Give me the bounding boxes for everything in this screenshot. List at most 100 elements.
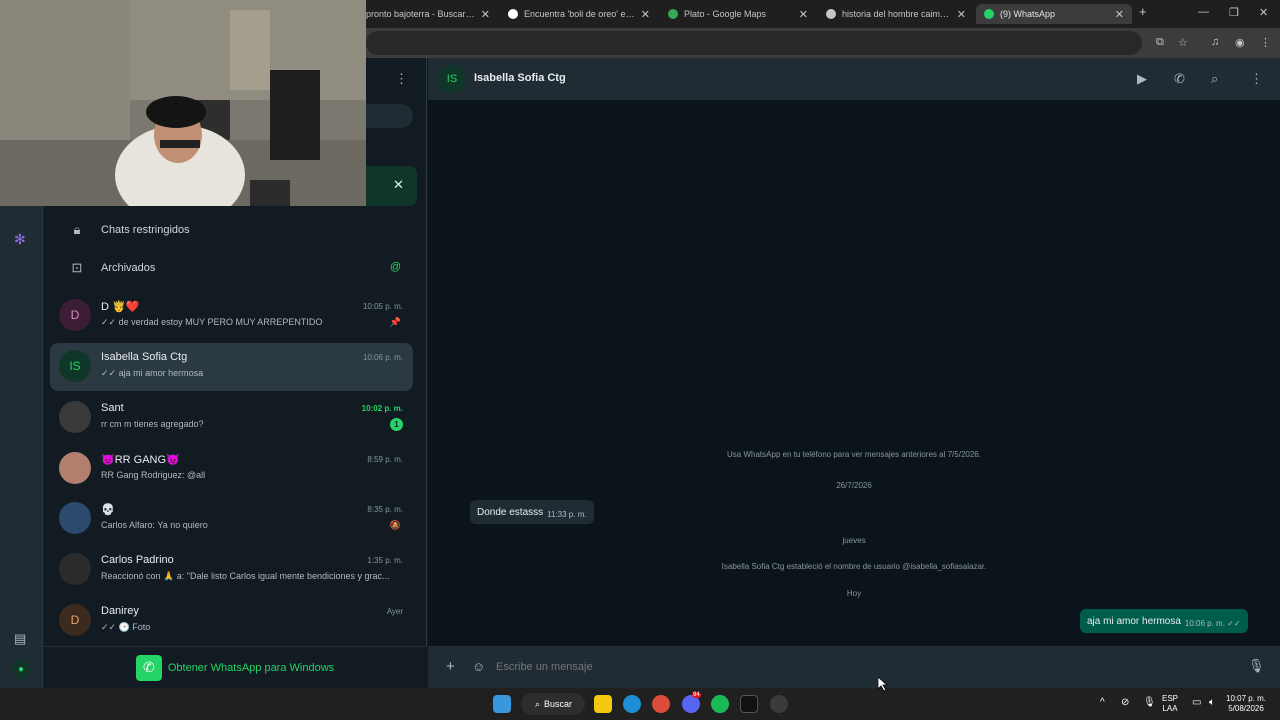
avatar[interactable]	[59, 452, 91, 484]
chat-list-item[interactable]: Carlos Padrino 1:35 p. m. Reaccionó con 🙏 …	[50, 546, 413, 594]
language-indicator[interactable]: ESP LAA	[1162, 694, 1178, 714]
avatar[interactable]	[59, 502, 91, 534]
profile-avatar[interactable]: ●	[12, 660, 30, 678]
file-explorer-icon[interactable]	[594, 695, 612, 713]
pin-icon: 📌	[389, 317, 401, 327]
chat-list-item[interactable]: 💀 8:35 p. m. Carlos Alfaro: Ya no quiero 🔕	[50, 495, 413, 543]
chat-name: Isabella Sofia Ctg	[101, 351, 188, 363]
chat-list-item[interactable]: D Danirey Ayer ✓✓ 🕒 Foto	[50, 597, 413, 645]
tab-label: Plato - Google Maps	[684, 9, 767, 19]
voice-call-icon[interactable]: ✆	[1174, 71, 1185, 87]
chat-preview: Reaccionó con 🙏 a: "Dale listo Carlos ig…	[101, 571, 390, 581]
avatar[interactable]: D	[59, 299, 91, 331]
message-input[interactable]	[488, 654, 1228, 680]
chat-time: 1:35 p. m.	[367, 556, 403, 565]
taskbar-search[interactable]: ⌕ Buscar	[521, 693, 585, 715]
media-gallery-icon[interactable]: ▤	[14, 631, 26, 647]
tab-label: pronto bajoterra - Buscar con G	[366, 9, 475, 19]
avatar[interactable]: IS	[59, 350, 91, 382]
restore-icon[interactable]: ❐	[1229, 6, 1239, 19]
message-composer: + ☺ 🎙︎	[428, 646, 1280, 688]
new-tab-icon[interactable]: +	[1139, 4, 1147, 19]
meta-ai-icon[interactable]: ✻	[14, 231, 26, 248]
contact-name[interactable]: Isabella Sofia Ctg	[474, 72, 566, 84]
close-icon[interactable]: ✕	[393, 177, 404, 193]
terminal-icon[interactable]	[740, 695, 758, 713]
media-control-icon[interactable]: ♫	[1211, 36, 1219, 48]
search-icon[interactable]: ⌕	[1211, 71, 1218, 87]
spotify-icon[interactable]	[711, 695, 729, 713]
browser-menu-icon[interactable]: ⋮	[1260, 36, 1271, 49]
conversation-header[interactable]: IS Isabella Sofia Ctg ▶ ✆ ⌕ ⋮	[428, 58, 1280, 100]
chat-list-item[interactable]: 😈RR GANG😈 8:59 p. m. RR Gang Rodriguez: @a…	[50, 445, 413, 493]
close-window-icon[interactable]: ✕	[1259, 6, 1268, 19]
microphone-icon[interactable]: 🎙︎	[1248, 658, 1265, 674]
message-text: Donde estasss	[477, 506, 544, 518]
install-app-icon[interactable]: ⧉	[1156, 36, 1164, 49]
chat-preview: Carlos Alfaro: Ya no quiero	[101, 520, 208, 530]
close-icon[interactable]: ✕	[641, 8, 650, 21]
get-windows-app-button[interactable]: ✆ Obtener WhatsApp para Windows	[43, 646, 427, 688]
minimize-icon[interactable]: —	[1198, 6, 1209, 18]
chat-preview: ✓✓ de verdad estoy MUY PERO MUY ARREPENT…	[101, 317, 323, 327]
outgoing-message[interactable]: aja mi amor hermosa 10:06 p. m. ✓✓	[1080, 609, 1248, 633]
tab-tiktok[interactable]: Encuentra 'boli de oreo' en TikT ✕	[500, 4, 658, 24]
archived-row[interactable]: ⊡ Archivados @	[43, 249, 427, 287]
chat-list-item[interactable]: D D 🤴❤️ 10:05 p. m. ✓✓ de verdad estoy MUY …	[50, 292, 413, 340]
sticker-icon[interactable]: ☺	[472, 659, 485, 674]
incoming-message[interactable]: Donde estasss 11:33 p. m.	[470, 500, 594, 524]
chat-name: 💀	[101, 504, 115, 516]
chat-list-item[interactable]: Sant 10:02 p. m. rr cm m tienes agregado? 1	[50, 394, 413, 442]
chat-list-item[interactable]: IS Isabella Sofia Ctg 10:06 p. m. ✓✓ aja mi…	[50, 343, 413, 391]
tab-label: historia del hombre caimán - B	[842, 9, 951, 19]
network-off-icon[interactable]: ⊘	[1121, 697, 1129, 708]
chevron-up-icon[interactable]: ^	[1100, 697, 1105, 708]
tab-google-maps[interactable]: Plato - Google Maps ✕	[660, 4, 816, 24]
menu-icon[interactable]: ⋮	[395, 71, 408, 87]
avatar[interactable]: D	[59, 604, 91, 636]
date-divider: jueves	[842, 536, 866, 545]
display-icon[interactable]: ▭	[1192, 697, 1201, 708]
search-icon: ⌕	[535, 698, 541, 709]
profile-icon[interactable]: ◉	[1235, 36, 1245, 49]
tab-google-search[interactable]: pronto bajoterra - Buscar con G ✕	[358, 4, 498, 24]
chat-time: Ayer	[386, 607, 403, 616]
contact-avatar[interactable]: IS	[438, 65, 466, 93]
close-icon[interactable]: ✕	[481, 8, 490, 21]
address-bar[interactable]	[366, 31, 1142, 55]
close-icon[interactable]: ✕	[799, 8, 808, 21]
chat-time: 10:06 p. m.	[362, 353, 403, 362]
restricted-chats-row[interactable]: 🔒︎ Chats restringidos	[43, 211, 427, 249]
username-notice: Isabella Sofia Ctg estableció el nombre …	[721, 562, 987, 571]
get-windows-label: Obtener WhatsApp para Windows	[167, 661, 335, 674]
close-icon[interactable]: ✕	[957, 8, 966, 21]
chat-name: D 🤴❤️	[101, 301, 140, 313]
edge-icon[interactable]	[623, 695, 641, 713]
chat-name: 😈RR GANG😈	[101, 454, 180, 466]
maps-icon	[668, 9, 678, 19]
clock[interactable]: 10:07 p. m. 5/08/2026	[1226, 694, 1266, 714]
tab-label: Encuentra 'boli de oreo' en TikT	[524, 9, 635, 19]
attach-plus-icon[interactable]: +	[446, 658, 455, 675]
google-icon	[826, 9, 836, 19]
mouse-cursor	[878, 677, 888, 691]
close-icon[interactable]: ✕	[1115, 8, 1124, 21]
avatar[interactable]	[59, 401, 91, 433]
bookmark-star-icon[interactable]: ☆	[1178, 36, 1188, 49]
menu-icon[interactable]: ⋮	[1250, 71, 1263, 87]
microphone-icon[interactable]: 🎙︎	[1143, 697, 1156, 708]
tab-whatsapp[interactable]: (9) WhatsApp ✕	[976, 4, 1132, 24]
chat-preview: rr cm m tienes agregado?	[101, 419, 204, 429]
volume-icon[interactable]: 🔈︎	[1209, 697, 1215, 708]
chat-time: 8:35 p. m.	[367, 505, 403, 514]
start-icon[interactable]	[493, 695, 511, 713]
tab-bing[interactable]: historia del hombre caimán - B ✕	[818, 4, 974, 24]
windows-taskbar: ⌕ Buscar 94 ^ ⊘ 🎙︎ ESP LAA ▭ 🔈︎ 10:07 p.…	[0, 688, 1280, 720]
chrome-icon[interactable]	[652, 695, 670, 713]
avatar[interactable]	[59, 553, 91, 585]
lang-code: ESP	[1162, 694, 1179, 703]
obs-icon[interactable]	[770, 695, 788, 713]
chat-name: Danirey	[101, 605, 139, 617]
message-time: 10:06 p. m. ✓✓	[1184, 619, 1241, 628]
video-call-icon[interactable]: ▶	[1137, 71, 1147, 87]
